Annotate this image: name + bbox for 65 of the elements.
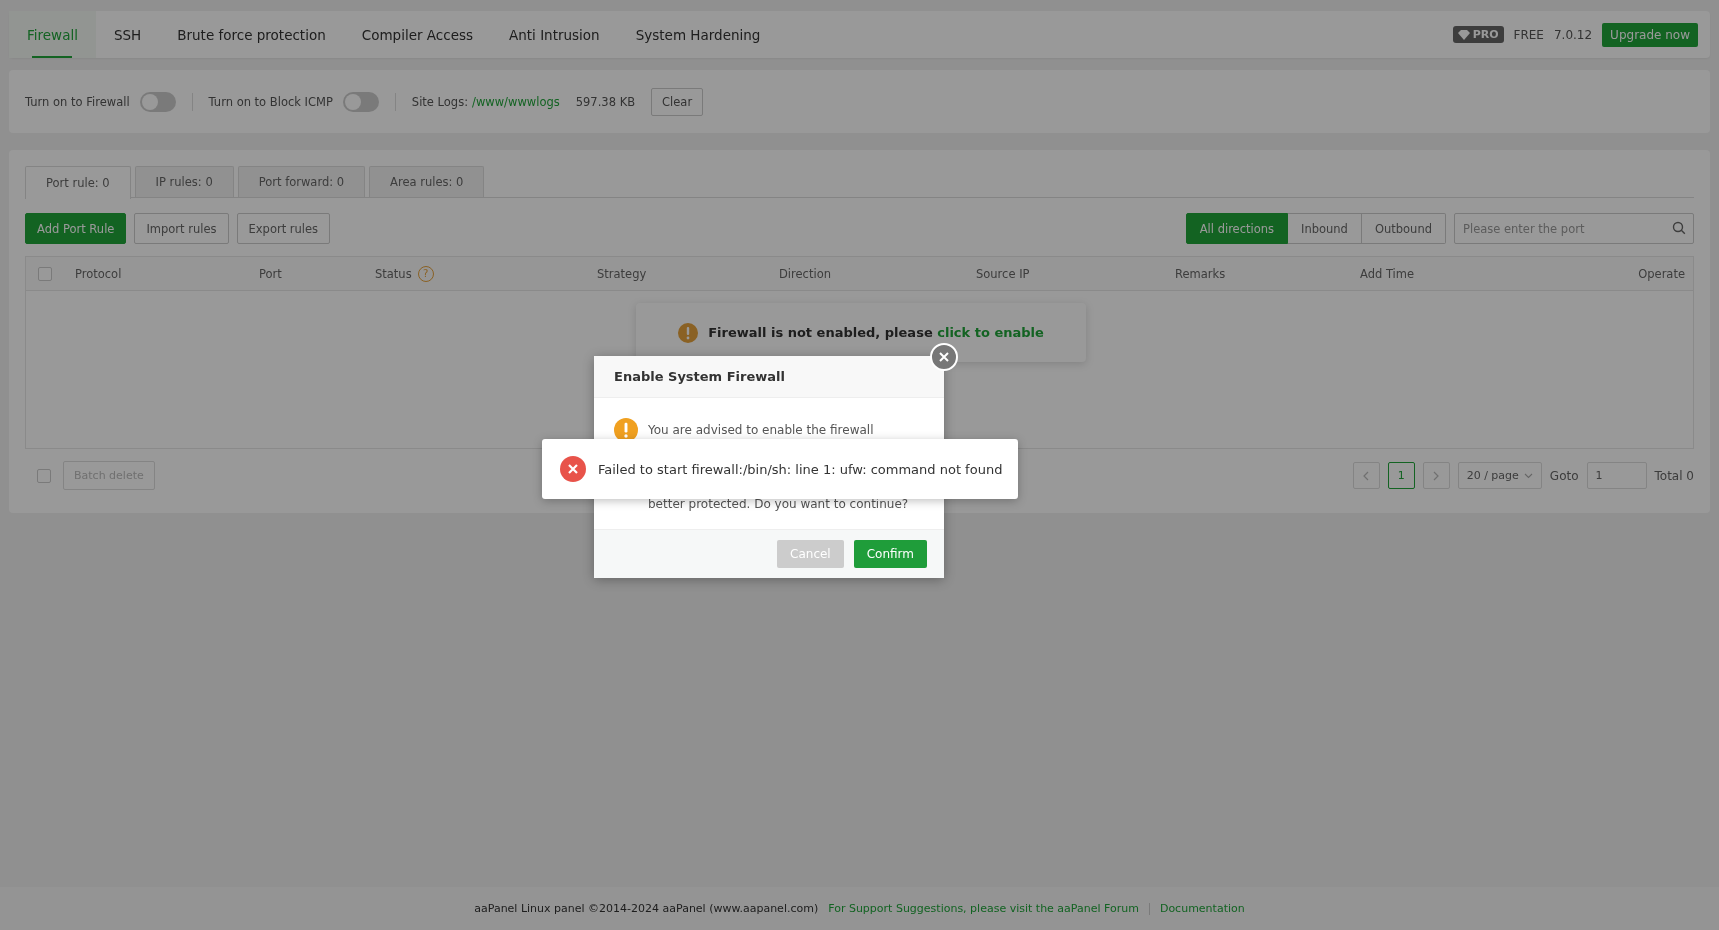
plan-label: FREE: [1513, 27, 1544, 42]
rule-tab[interactable]: Area rules: 0: [369, 166, 485, 197]
direction-filter[interactable]: All directions: [1185, 213, 1289, 244]
rule-tab[interactable]: Port forward: 0: [237, 166, 366, 197]
total-count: Total 0: [1654, 468, 1694, 483]
copyright-text: aaPanel Linux panel ©2014-2024 aaPanel (www.aapanel.com): [474, 902, 819, 915]
column-header: Port: [259, 266, 283, 281]
chevron-down-icon: [1523, 472, 1533, 479]
toggle-switch[interactable]: [342, 91, 379, 112]
dialog-message: better protected. Do you want to continue?: [648, 496, 910, 513]
logs-size: 597.38 KB: [575, 94, 636, 109]
search-field[interactable]: Please enter the port: [1454, 213, 1694, 244]
rule-tab[interactable]: Port rule: 0: [25, 166, 131, 199]
footer-link[interactable]: For Support Suggestions, please visit the aaPanel Forum: [828, 902, 1139, 915]
page-size-select[interactable]: 20 / page: [1457, 462, 1542, 489]
warning-icon: [678, 322, 699, 343]
column-header: Source IP: [976, 266, 1031, 281]
column-header: Protocol: [75, 266, 123, 281]
notice-text: Firewall is not enabled, please click to enable: [708, 325, 1044, 340]
site-logs-label: Site Logs:: [411, 94, 468, 109]
toggle-switch[interactable]: [139, 91, 176, 112]
enable-link[interactable]: click to enable: [937, 325, 1044, 340]
page-button[interactable]: 1: [1387, 462, 1415, 489]
version-label: 7.0.12: [1553, 27, 1593, 42]
column-header: Status: [375, 266, 412, 281]
direction-filter[interactable]: Outbound: [1361, 213, 1446, 244]
diamond-icon: [1457, 29, 1470, 40]
toggle-label: Turn on to Block ICMP: [208, 94, 333, 109]
error-icon: [560, 456, 586, 482]
search-icon: [1672, 221, 1686, 235]
column-header: Remarks: [1175, 266, 1227, 281]
nav-tab[interactable]: Brute force protection: [159, 11, 344, 58]
pro-badge: PRO: [1452, 26, 1504, 43]
confirm-button[interactable]: Confirm: [853, 540, 927, 568]
column-header: Operate: [1638, 266, 1686, 281]
nav-tab[interactable]: SSH: [95, 11, 160, 58]
toggle-label: Turn on to Firewall: [25, 94, 130, 109]
action-button[interactable]: Add Port Rule: [25, 213, 127, 244]
nav-tab[interactable]: System Hardening: [617, 11, 779, 58]
rule-tab[interactable]: IP rules: 0: [134, 166, 234, 197]
action-button[interactable]: Import rules: [134, 213, 229, 244]
nav-tab[interactable]: Firewall: [9, 11, 96, 58]
chevron-right-icon: [1433, 470, 1440, 481]
dialog-message: You are advised to enable the firewall: [648, 422, 875, 439]
nav-tab[interactable]: Anti Intrusion: [491, 11, 618, 58]
column-header: Strategy: [597, 266, 648, 281]
column-header: Direction: [779, 266, 832, 281]
checkbox[interactable]: [38, 266, 52, 281]
logs-path-link[interactable]: /www/wwwlogs: [472, 94, 560, 109]
column-header: Add Time: [1360, 266, 1416, 281]
direction-filter[interactable]: Inbound: [1288, 213, 1362, 244]
close-icon: [939, 352, 949, 362]
error-message: Failed to start firewall:/bin/sh: line 1: ufw: command not found: [598, 461, 1003, 477]
upgrade-button[interactable]: Upgrade now: [1602, 22, 1698, 47]
chevron-left-icon: [1363, 470, 1370, 481]
action-button[interactable]: Export rules: [236, 213, 331, 244]
next-page-button[interactable]: [1422, 462, 1450, 489]
goto-label: Goto: [1549, 468, 1579, 483]
goto-input[interactable]: 1: [1586, 462, 1647, 489]
clear-button[interactable]: Clear: [651, 87, 704, 116]
checkbox[interactable]: [37, 468, 51, 483]
footer-link[interactable]: Documentation: [1159, 902, 1245, 915]
nav-tab[interactable]: Compiler Access: [343, 11, 491, 58]
dialog-title: Enable System Firewall: [594, 356, 944, 398]
prev-page-button[interactable]: [1352, 462, 1380, 489]
